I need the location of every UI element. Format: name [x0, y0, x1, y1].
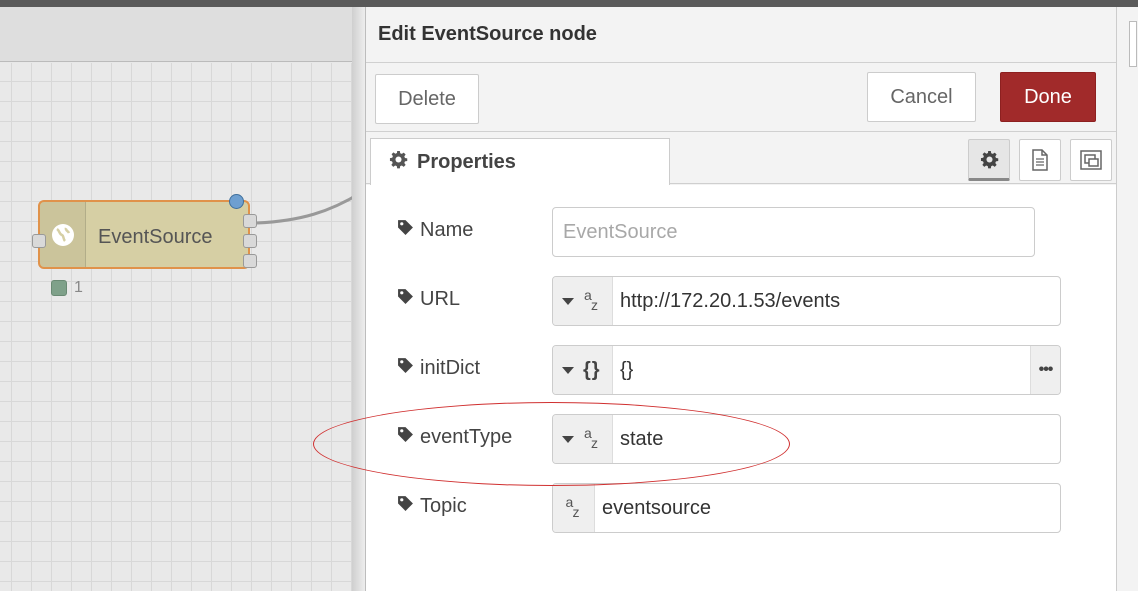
flow-workspace[interactable] — [0, 7, 360, 591]
caret-down-icon — [562, 366, 574, 374]
eventsource-node[interactable]: EventSource — [38, 200, 250, 269]
tag-icon — [397, 426, 414, 449]
initdict-type-select[interactable]: {} — [553, 346, 613, 394]
edit-tray: Edit EventSource node Delete Cancel Done… — [365, 7, 1117, 591]
done-button[interactable]: Done — [1000, 72, 1096, 122]
node-output-port-2[interactable] — [243, 234, 257, 248]
tab-properties-label: Properties — [417, 150, 516, 173]
properties-form: Name EventSource URL az http://172.20.1.… — [366, 185, 1117, 591]
topic-label: Topic — [397, 495, 467, 518]
tray-shadow — [352, 7, 366, 591]
node-changed-indicator — [229, 194, 244, 209]
document-icon[interactable] — [1019, 139, 1061, 181]
initdict-label: initDict — [397, 357, 480, 380]
right-sidebar-edge — [1116, 7, 1138, 591]
node-input-port[interactable] — [32, 234, 46, 248]
initdict-input[interactable]: {} {} ••• — [552, 345, 1061, 395]
gear-icon — [389, 150, 408, 175]
json-type-icon: {} — [583, 358, 601, 381]
node-output-port-1[interactable] — [243, 214, 257, 228]
eventtype-input[interactable]: az state — [552, 414, 1061, 464]
expand-editor-button[interactable]: ••• — [1030, 346, 1060, 394]
eventtype-label: eventType — [397, 426, 512, 449]
url-label: URL — [397, 288, 460, 311]
delete-button[interactable]: Delete — [375, 74, 479, 124]
node-output-port-3[interactable] — [243, 254, 257, 268]
tag-icon — [397, 219, 414, 242]
divider — [366, 62, 1117, 63]
tag-icon — [397, 288, 414, 311]
node-wire — [256, 191, 360, 225]
scrollbar[interactable] — [1129, 21, 1137, 67]
node-status-icon — [51, 280, 67, 296]
caret-down-icon — [562, 297, 574, 305]
caret-down-icon — [562, 435, 574, 443]
url-type-select[interactable]: az — [553, 277, 613, 325]
string-type-icon: az — [565, 494, 580, 520]
eventtype-type-select[interactable]: az — [553, 415, 613, 463]
appearance-icon[interactable] — [1070, 139, 1112, 181]
tab-properties[interactable]: Properties — [370, 138, 670, 185]
topic-type-indicator: az — [553, 484, 595, 532]
cancel-button[interactable]: Cancel — [867, 72, 976, 122]
node-label: EventSource — [98, 226, 213, 248]
tray-title: Edit EventSource node — [378, 23, 597, 45]
name-input[interactable]: EventSource — [552, 207, 1035, 257]
globe-icon — [40, 202, 86, 267]
string-type-icon: az — [584, 287, 598, 313]
tag-icon — [397, 495, 414, 518]
url-input[interactable]: az http://172.20.1.53/events — [552, 276, 1061, 326]
string-type-icon: az — [584, 425, 598, 451]
topic-input[interactable]: az eventsource — [552, 483, 1061, 533]
gear-icon[interactable] — [968, 139, 1010, 181]
node-status-text: 1 — [74, 279, 83, 296]
tag-icon — [397, 357, 414, 380]
top-bar — [0, 0, 1138, 7]
name-label: Name — [397, 219, 473, 242]
